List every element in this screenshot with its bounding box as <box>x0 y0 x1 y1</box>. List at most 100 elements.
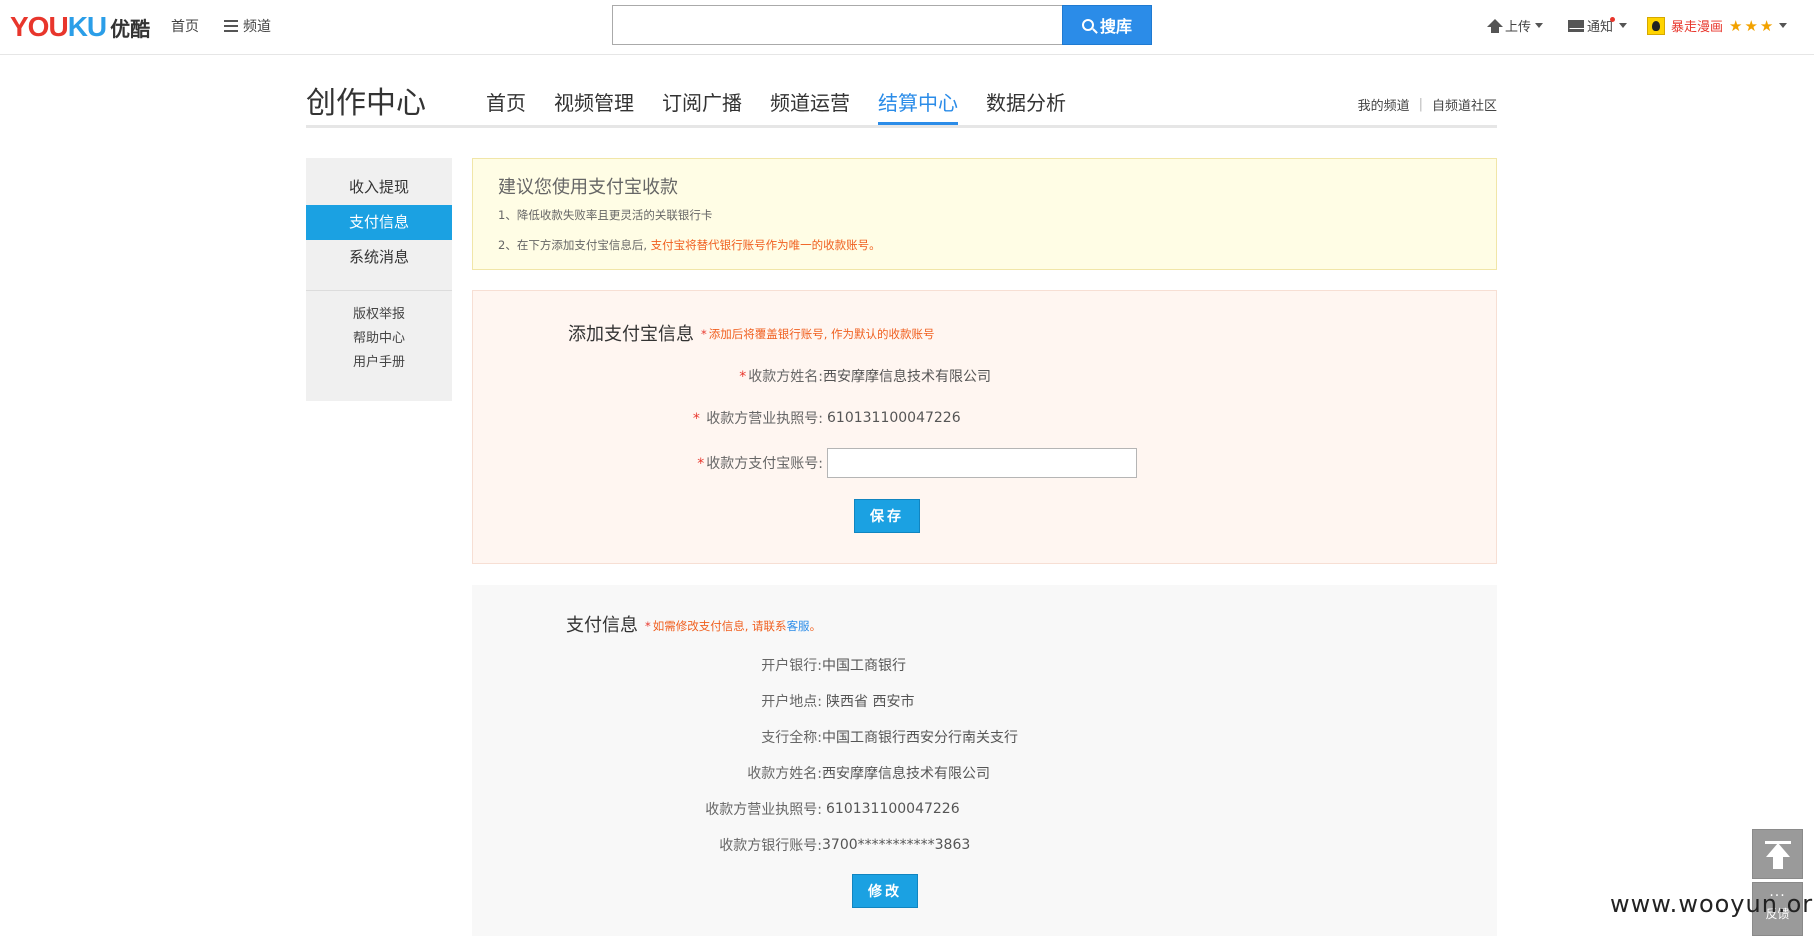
branch-label: 支行全称: <box>761 730 822 746</box>
branch-value: 中国工商银行西安分行南关支行 <box>822 730 1018 746</box>
payment-info-note-suffix: 。 <box>809 619 822 633</box>
notify-menu[interactable]: 通知 <box>1568 16 1628 35</box>
logo-cn-text: 优酷 <box>110 16 151 41</box>
sidebar-item-messages[interactable]: 系统消息 <box>306 240 452 275</box>
search-box <box>612 5 1063 45</box>
required-star: * <box>697 456 705 472</box>
info-payee-name-value: 西安摩摩信息技术有限公司 <box>822 766 990 782</box>
payee-alipay-label: * 收款方支付宝账号: <box>697 456 823 472</box>
tab-data-analysis[interactable]: 数据分析 <box>986 88 1066 126</box>
link-separator: | <box>1418 97 1423 112</box>
tab-subscription[interactable]: 订阅广播 <box>662 88 742 126</box>
top-channel-label: 频道 <box>243 19 271 35</box>
my-channel-link[interactable]: 我的频道 <box>1358 95 1410 114</box>
info-row: 收款方银行账号: 3700***********3863 <box>642 835 970 855</box>
sidebar: 收入提现 支付信息 系统消息 版权举报 帮助中心 用户手册 <box>306 158 452 401</box>
community-link[interactable]: 自频道社区 <box>1432 95 1497 114</box>
payee-license-row: * 收款方营业执照号: 610131100047226 <box>643 408 961 428</box>
top-home-link[interactable]: 首页 <box>171 16 199 36</box>
menu-icon <box>224 20 238 32</box>
chevron-down-icon <box>1619 23 1628 28</box>
top-bar: YOUKU 优酷 首页 频道 搜库 上传 通知 暴走漫画 ★ ★ ★ <box>0 0 1814 55</box>
info-row: 收款方姓名: 西安摩摩信息技术有限公司 <box>642 763 990 783</box>
payment-info-note-text: 如需修改支付信息, 请联系 <box>652 619 787 633</box>
main-nav: 首页 视频管理 订阅广播 频道运营 结算中心 数据分析 <box>486 88 1094 126</box>
honor-badge-icon: ★ <box>1759 16 1774 35</box>
payee-license-label: * 收款方营业执照号: <box>692 411 823 427</box>
avatar <box>1647 16 1665 35</box>
sidebar-item-income[interactable]: 收入提现 <box>306 170 452 205</box>
bank-account-label: 收款方银行账号: <box>719 838 822 854</box>
search-input[interactable] <box>613 6 1062 44</box>
watermark: www.wooyun.org <box>1610 890 1814 918</box>
info-payee-name-label: 收款方姓名: <box>747 766 822 782</box>
add-alipay-panel: 添加支付宝信息 * 添加后将覆盖银行账号, 作为默认的收款账号 * 收款方姓名: 西… <box>472 290 1497 564</box>
add-alipay-note: * 添加后将覆盖银行账号, 作为默认的收款账号 <box>701 326 935 342</box>
tab-video-management[interactable]: 视频管理 <box>554 88 634 126</box>
mail-icon <box>1568 19 1584 32</box>
tab-settlement[interactable]: 结算中心 <box>878 88 958 126</box>
tab-channel-operation[interactable]: 频道运营 <box>770 88 850 126</box>
bank-account-value: 3700***********3863 <box>822 837 971 853</box>
page-title: 创作中心 <box>306 86 426 121</box>
sidebar-item-payment-info[interactable]: 支付信息 <box>306 205 452 240</box>
info-license-label: 收款方营业执照号: <box>705 802 822 818</box>
tip-line-1: 1、降低收款失败率且更灵活的关联银行卡 <box>498 208 713 222</box>
tab-home[interactable]: 首页 <box>486 88 526 126</box>
upload-label: 上传 <box>1505 20 1532 35</box>
add-alipay-title: 添加支付宝信息 <box>568 324 694 345</box>
user-menu[interactable]: 暴走漫画 ★ ★ ★ <box>1647 16 1788 35</box>
payment-info-note: * 如需修改支付信息, 请联系客服。 <box>645 618 821 634</box>
upload-icon <box>1487 18 1503 33</box>
tip-line-2-highlight: 支付宝将替代银行账号作为唯一的收款账号。 <box>650 238 881 252</box>
payee-alipay-row: * 收款方支付宝账号: <box>643 448 1137 478</box>
tip-title: 建议您使用支付宝收款 <box>498 177 678 198</box>
arrow-up-icon <box>1765 843 1790 857</box>
payment-info-panel: 支付信息 * 如需修改支付信息, 请联系客服。 开户银行: 中国工商银行 开户地点… <box>472 585 1497 936</box>
search-button-label: 搜库 <box>1099 17 1132 36</box>
back-to-top-button[interactable] <box>1752 829 1803 879</box>
info-row: 开户银行: 中国工商银行 <box>642 655 906 675</box>
payee-name-value: 西安摩摩信息技术有限公司 <box>823 369 991 385</box>
chevron-down-icon <box>1779 23 1788 28</box>
add-alipay-note-text: 添加后将覆盖银行账号, 作为默认的收款账号 <box>708 327 935 341</box>
bank-label: 开户银行: <box>761 658 822 674</box>
edit-button[interactable]: 修改 <box>852 874 918 908</box>
info-row: 开户地点: 陕西省 西安市 <box>642 691 914 711</box>
bank-value: 中国工商银行 <box>822 658 906 674</box>
payee-name-label: * 收款方姓名: <box>739 369 823 385</box>
search-icon <box>1081 19 1094 31</box>
info-license-value: 610131100047226 <box>826 801 960 817</box>
youku-logo[interactable]: YOUKU 优酷 <box>10 10 150 44</box>
logo-text: YOUKU <box>10 11 107 42</box>
arrow-stem <box>1773 857 1783 869</box>
nav-divider <box>306 125 1497 128</box>
level-badge-icon: ★ <box>1744 16 1758 35</box>
required-star: * <box>739 369 747 385</box>
required-star: * <box>645 619 651 633</box>
tip-line-2-text: 2、在下方添加支付宝信息后, <box>498 238 647 252</box>
info-row: 收款方营业执照号: 610131100047226 <box>642 799 960 819</box>
search-button[interactable]: 搜库 <box>1062 5 1152 45</box>
username: 暴走漫画 <box>1671 20 1724 35</box>
header-links: 我的频道 | 自频道社区 <box>1358 95 1497 114</box>
save-button[interactable]: 保存 <box>854 499 920 533</box>
alipay-tip-box: 建议您使用支付宝收款 1、降低收款失败率且更灵活的关联银行卡 2、在下方添加支付… <box>472 158 1497 270</box>
sidebar-item-manual[interactable]: 用户手册 <box>306 351 452 375</box>
customer-service-link[interactable]: 客服 <box>787 619 810 633</box>
info-row: 支行全称: 中国工商银行西安分行南关支行 <box>642 727 1018 747</box>
sidebar-item-copyright[interactable]: 版权举报 <box>306 303 452 327</box>
top-channel-link[interactable]: 频道 <box>224 16 271 36</box>
bank-location-label: 开户地点: <box>761 694 822 710</box>
payee-license-value: 610131100047226 <box>827 410 961 426</box>
alipay-account-input[interactable] <box>827 448 1137 478</box>
sidebar-item-help[interactable]: 帮助中心 <box>306 327 452 351</box>
required-star: * <box>692 411 700 427</box>
tip-line-2: 2、在下方添加支付宝信息后, 支付宝将替代银行账号作为唯一的收款账号。 <box>498 237 881 253</box>
payee-name-row: * 收款方姓名: 西安摩摩信息技术有限公司 <box>643 366 991 386</box>
payment-info-title: 支付信息 <box>566 615 638 636</box>
required-star: * <box>701 327 707 341</box>
chevron-down-icon <box>1535 23 1544 28</box>
unread-dot <box>1610 17 1616 22</box>
upload-menu[interactable]: 上传 <box>1487 16 1544 35</box>
